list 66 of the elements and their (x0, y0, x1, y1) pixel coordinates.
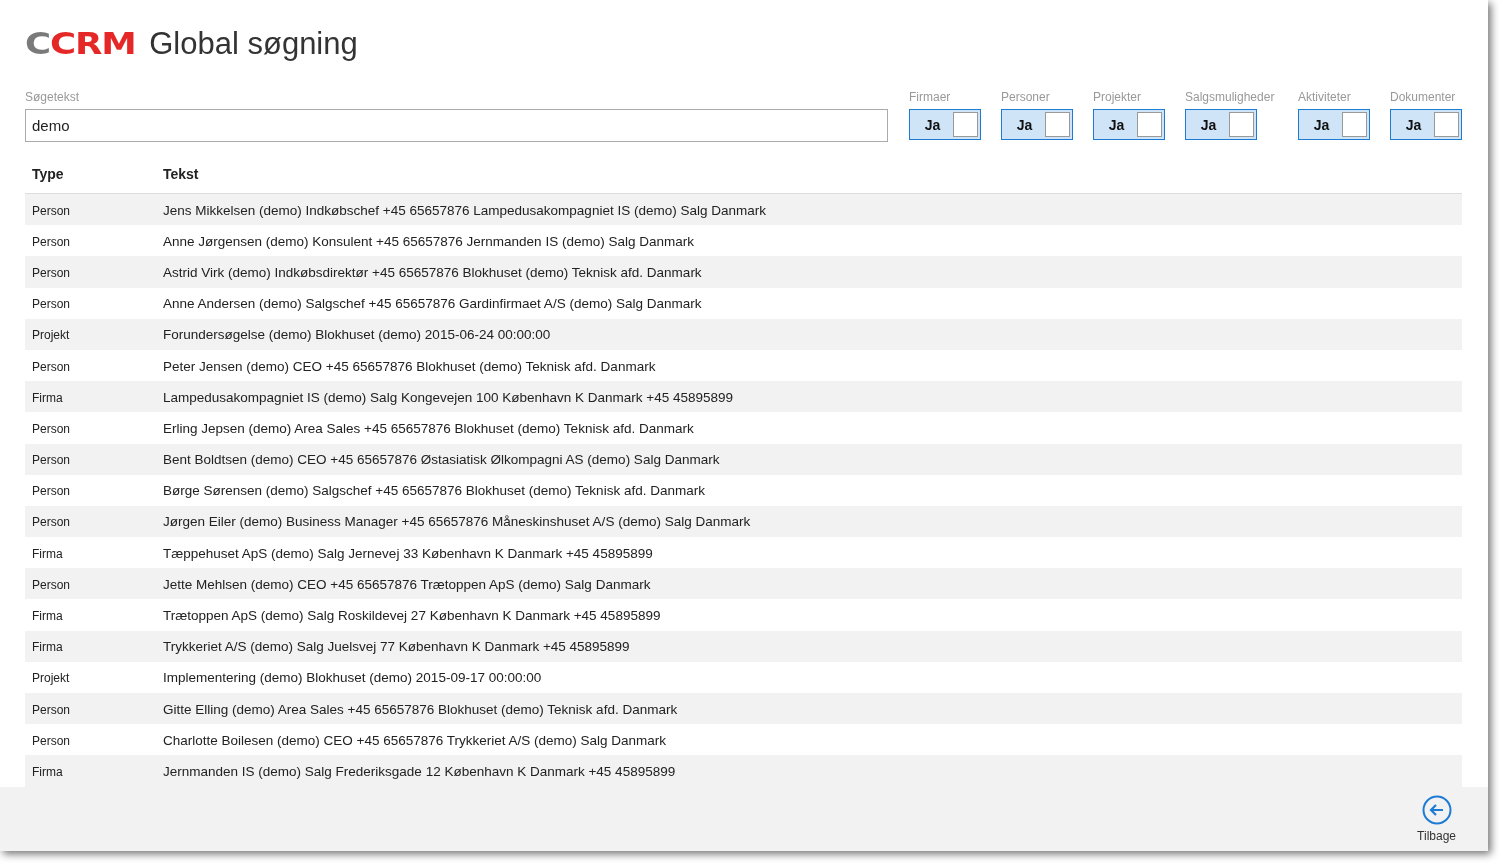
table-cell: Tæppehuset ApS (demo) Salg Jernevej 33 København K Danmark +45 45895899 (163, 545, 653, 561)
table-cell: Person (32, 733, 71, 748)
table-cell: Børge Sørensen (demo) Salgschef +45 65657876 Blokhuset (demo) Teknisk afd. Danmark (163, 483, 705, 499)
table-cell: Forundersøgelse (demo) Blokhuset (demo) 2015-06-24 00:00:00 (163, 327, 551, 343)
table-cell: Lampedusakompagniet IS (demo) Salg Kongevejen 100 København K Danmark +45 45895899 (163, 389, 733, 405)
table-cell: Erling Jepsen (demo) Area Sales +45 65657876 Blokhuset (demo) Teknisk afd. Danmark (163, 420, 694, 436)
column-header: Tekst (163, 166, 199, 182)
table-row[interactable]: Projekt Forundersøgelse (demo) Blokhuset (demo) 2015-06-24 00:00:00 (25, 318, 1462, 350)
toggle-switch[interactable]: Ja (1390, 109, 1462, 140)
table-cell: Implementering (demo) Blokhuset (demo) 2015-09-17 00:00:00 (163, 670, 542, 686)
toggle-switch[interactable]: Ja (909, 109, 981, 140)
table-cell: Jernmanden IS (demo) Salg Frederiksgade 12 København K Danmark +45 45895899 (163, 763, 676, 779)
table-cell: Bent Boldtsen (demo) CEO +45 65657876 Østasiatisk Ølkompagni AS (demo) Salg Danmark (163, 452, 720, 468)
table-cell: Firma (32, 640, 63, 655)
filter-label: Projekter (1093, 90, 1143, 104)
table-cell: Anne Jørgensen (demo) Konsulent +45 65657876 Jernmanden IS (demo) Salg Danmark (163, 233, 694, 249)
table-cell: Jette Mehlsen (demo) CEO +45 65657876 Trætoppen ApS (demo) Salg Danmark (163, 576, 651, 592)
filter-label: Firmaer (909, 90, 952, 104)
table-cell: Peter Jensen (demo) CEO +45 65657876 Blokhuset (demo) Teknisk afd. Danmark (163, 358, 656, 374)
table-cell: Person (32, 484, 71, 499)
table-row[interactable]: Person Jette Mehlsen (demo) CEO +45 65657876 Trætoppen ApS (demo) Salg Danmark (25, 568, 1462, 600)
page-title: Global søgning (149, 26, 358, 62)
table-cell: Person (32, 359, 71, 374)
table-cell: Person (32, 234, 71, 249)
table-cell: Projekt (32, 328, 70, 343)
table-cell: Jørgen Eiler (demo) Business Manager +45 65657876 Måneskinshuset A/S (demo) Salg Danmark (163, 514, 751, 530)
filter-label: Dokumenter (1390, 90, 1457, 104)
table-cell: Person (32, 265, 71, 280)
table-cell: Person (32, 297, 71, 312)
table-cell: Person (32, 453, 71, 468)
table-cell: Person (32, 577, 71, 592)
table-row[interactable]: Person Astrid Virk (demo) Indkøbsdirektør +45 65657876 Blokhuset (demo) Teknisk afd. Danmark (25, 256, 1462, 288)
table-row[interactable]: Person Jørgen Eiler (demo) Business Manager +45 65657876 Måneskinshuset A/S (demo) Salg Danmark (25, 505, 1462, 538)
table-cell: Gitte Elling (demo) Area Sales +45 65657876 Blokhuset (demo) Teknisk afd. Danmark (163, 701, 678, 717)
table-row[interactable]: Person Gitte Elling (demo) Area Sales +45 65657876 Blokhuset (demo) Teknisk afd. Danmark (25, 693, 1462, 725)
table-cell: Astrid Virk (demo) Indkøbsdirektør +45 65657876 Blokhuset (demo) Teknisk afd. Danmark (163, 264, 702, 280)
table-row[interactable]: Firma Jernmanden IS (demo) Salg Frederiksgade 12 København K Danmark +45 45895899 (25, 755, 1462, 787)
table-cell: Anne Andersen (demo) Salgschef +45 65657876 Gardinfirmaet A/S (demo) Salg Danmark (163, 296, 702, 312)
table-cell: Person (32, 203, 71, 218)
table-cell: Firma (32, 764, 63, 779)
toggle-switch[interactable]: Ja (1298, 109, 1370, 140)
search-label: Søgetekst (25, 90, 81, 104)
toggle-switch[interactable]: Ja (1185, 109, 1257, 140)
table-cell: Trykkeriet A/S (demo) Salg Juelsvej 77 København K Danmark +45 45895899 (163, 639, 630, 655)
table-cell: Firma (32, 546, 63, 561)
column-header: Type (31, 166, 65, 182)
table-cell: Projekt (32, 671, 70, 686)
table-row[interactable]: Firma Lampedusakompagniet IS (demo) Salg Kongevejen 100 København K Danmark +45 45895899 (25, 381, 1462, 413)
filter-label: Personer (1001, 90, 1051, 104)
table-cell: Person (32, 515, 71, 530)
table-cell: Firma (32, 609, 63, 624)
back-button[interactable]: Tilbage (1417, 794, 1456, 843)
table-cell: Person (32, 702, 71, 717)
toggle-switch[interactable]: Ja (1001, 109, 1073, 140)
table-row[interactable]: Firma Trykkeriet A/S (demo) Salg Juelsvej 77 København K Danmark +45 45895899 (25, 630, 1462, 662)
filter-label: Salgsmuligheder (1185, 90, 1276, 104)
table-cell: Firma (32, 390, 63, 405)
filter-label: Aktiviteter (1298, 90, 1352, 104)
toggle-switch[interactable]: Ja (1093, 109, 1165, 140)
table-row[interactable]: Person Bent Boldtsen (demo) CEO +45 65657876 Østasiatisk Ølkompagni AS (demo) Salg Danmark (25, 443, 1462, 475)
table-cell: Person (32, 421, 71, 436)
search-field[interactable]: demo (25, 109, 888, 142)
table-row[interactable]: Person Jens Mikkelsen (demo) Indkøbschef +45 65657876 Lampedusakompagniet IS (demo) Salg Danmark (25, 194, 1462, 226)
table-cell: Trætoppen ApS (demo) Salg Roskildevej 27 København K Danmark +45 45895899 (163, 608, 661, 624)
table-cell: Jens Mikkelsen (demo) Indkøbschef +45 65657876 Lampedusakompagniet IS (demo) Salg Danmark (163, 202, 766, 218)
table-cell: Charlotte Boilesen (demo) CEO +45 65657876 Trykkeriet A/S (demo) Salg Danmark (163, 732, 667, 748)
